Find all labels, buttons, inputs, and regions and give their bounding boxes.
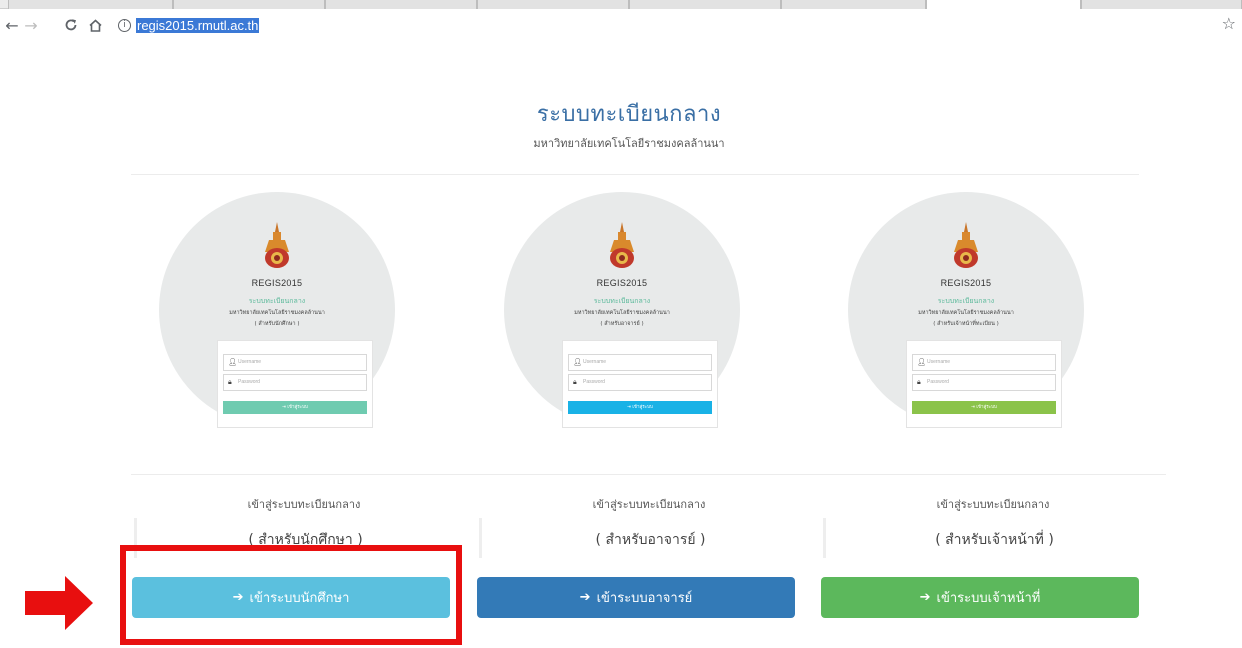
- username-field-preview: 👤︎ Username: [912, 354, 1056, 371]
- system-label: ระบบทะเบียนกลาง: [937, 297, 995, 305]
- browser-tab-active[interactable]: [926, 0, 1081, 9]
- role-label: ( สำหรับอาจารย์ ): [600, 321, 644, 327]
- role-text: ( สำหรับเจ้าหน้าที่ ): [935, 532, 1054, 548]
- username-placeholder: Username: [927, 359, 951, 365]
- username-placeholder: Username: [583, 359, 607, 365]
- info-icon[interactable]: i: [118, 18, 131, 32]
- enter-system-text: เข้าสู่ระบบทะเบียนกลาง: [592, 498, 706, 511]
- enter-system-text: เข้าสู่ระบบทะเบียนกลาง: [936, 498, 1050, 511]
- password-placeholder: Password: [583, 379, 605, 385]
- login-preview-form: 👤︎ Username 🔒︎ Password ⇥ เข้าสู่ระบบ: [217, 340, 373, 428]
- username-field-preview: 👤︎ Username: [568, 354, 712, 371]
- university-logo-icon: [954, 222, 978, 268]
- star-icon[interactable]: ☆: [1222, 14, 1236, 33]
- user-icon: 👤︎: [573, 358, 582, 366]
- login-button-preview: ⇥ เข้าสู่ระบบ: [223, 401, 367, 414]
- browser-toolbar: ← → i regis2015.rmutl.ac.th ☆: [0, 10, 1242, 40]
- login-button-preview-label: เข้าสู่ระบบ: [287, 405, 308, 410]
- browser-tab[interactable]: [781, 0, 926, 9]
- role-label: ( สำหรับนักศึกษา ): [254, 321, 300, 327]
- role-label: ( สำหรับเจ้าหน้าที่ทะเบียน ): [933, 321, 999, 327]
- divider: [820, 474, 1166, 475]
- login-button-preview-label: เข้าสู่ระบบ: [632, 405, 653, 410]
- university-logo-icon: [265, 222, 289, 268]
- browser-tab[interactable]: [629, 0, 781, 9]
- username-placeholder: Username: [238, 359, 262, 365]
- brand-label: REGIS2015: [251, 278, 303, 288]
- new-tab-button[interactable]: [1081, 0, 1242, 9]
- arrow-right-icon: →: [24, 15, 38, 35]
- browser-tab[interactable]: [325, 0, 477, 9]
- sign-in-icon: ➔: [579, 590, 591, 605]
- lecturer-login-button[interactable]: ➔ เข้าระบบอาจารย์: [477, 577, 795, 618]
- browser-tab[interactable]: [8, 0, 173, 9]
- password-placeholder: Password: [238, 379, 260, 385]
- university-label: มหาวิทยาลัยเทคโนโลยีราชมงคลล้านนา: [229, 310, 325, 316]
- url-text[interactable]: regis2015.rmutl.ac.th: [136, 17, 260, 33]
- lock-icon: 🔒︎: [573, 378, 577, 386]
- university-label: มหาวิทยาลัยเทคโนโลยีราชมงคลล้านนา: [574, 310, 670, 316]
- staff-login-button[interactable]: ➔ เข้าระบบเจ้าหน้าที่: [821, 577, 1139, 618]
- red-arrow-icon: [25, 576, 93, 630]
- home-button[interactable]: [84, 14, 106, 36]
- role-box: ( สำหรับอาจารย์ ): [479, 518, 819, 558]
- page-subtitle: มหาวิทยาลัยเทคโนโลยีราชมงคลล้านนา: [533, 137, 725, 150]
- lecturer-login-column: REGIS2015 ระบบทะเบียนกลาง มหาวิทยาลัยเทค…: [476, 175, 822, 645]
- staff-login-button-label: เข้าระบบเจ้าหน้าที่: [936, 591, 1041, 606]
- system-label: ระบบทะเบียนกลาง: [248, 297, 306, 305]
- brand-label: REGIS2015: [940, 278, 992, 288]
- browser-tab[interactable]: [173, 0, 325, 9]
- reload-icon: [65, 19, 77, 31]
- user-icon: 👤︎: [228, 358, 237, 366]
- password-placeholder: Password: [927, 379, 949, 385]
- login-button-preview: ⇥ เข้าสู่ระบบ: [912, 401, 1056, 414]
- enter-system-text: เข้าสู่ระบบทะเบียนกลาง: [247, 498, 361, 511]
- login-preview-form: 👤︎ Username 🔒︎ Password ⇥ เข้าสู่ระบบ: [562, 340, 718, 428]
- password-field-preview: 🔒︎ Password: [223, 374, 367, 391]
- system-label: ระบบทะเบียนกลาง: [593, 297, 651, 305]
- lecturer-login-button-label: เข้าระบบอาจารย์: [596, 591, 693, 606]
- university-label: มหาวิทยาลัยเทคโนโลยีราชมงคลล้านนา: [918, 310, 1014, 316]
- role-text: ( สำหรับอาจารย์ ): [595, 532, 706, 548]
- sign-in-icon: ➔: [919, 590, 931, 605]
- login-button-preview: ⇥ เข้าสู่ระบบ: [568, 401, 712, 414]
- university-logo-icon: [610, 222, 634, 268]
- username-field-preview: 👤︎ Username: [223, 354, 367, 371]
- home-icon: [88, 18, 102, 32]
- arrow-left-icon: ←: [5, 15, 19, 35]
- role-box: ( สำหรับเจ้าหน้าที่ ): [823, 518, 1163, 558]
- lock-icon: 🔒︎: [228, 378, 232, 386]
- staff-login-column: REGIS2015 ระบบทะเบียนกลาง มหาวิทยาลัยเทค…: [820, 175, 1166, 645]
- page-title: ระบบทะเบียนกลาง: [536, 102, 722, 127]
- password-field-preview: 🔒︎ Password: [568, 374, 712, 391]
- divider: [131, 474, 477, 475]
- highlight-box: [120, 545, 462, 645]
- login-preview-form: 👤︎ Username 🔒︎ Password ⇥ เข้าสู่ระบบ: [906, 340, 1062, 428]
- login-button-preview-label: เข้าสู่ระบบ: [976, 405, 997, 410]
- reload-button[interactable]: [60, 14, 82, 36]
- lock-icon: 🔒︎: [917, 378, 921, 386]
- password-field-preview: 🔒︎ Password: [912, 374, 1056, 391]
- user-icon: 👤︎: [917, 358, 926, 366]
- address-bar[interactable]: i regis2015.rmutl.ac.th: [118, 14, 260, 36]
- divider: [476, 474, 822, 475]
- tab-strip: [0, 0, 1242, 9]
- brand-label: REGIS2015: [596, 278, 648, 288]
- browser-tab[interactable]: [477, 0, 629, 9]
- forward-button[interactable]: →: [20, 14, 42, 36]
